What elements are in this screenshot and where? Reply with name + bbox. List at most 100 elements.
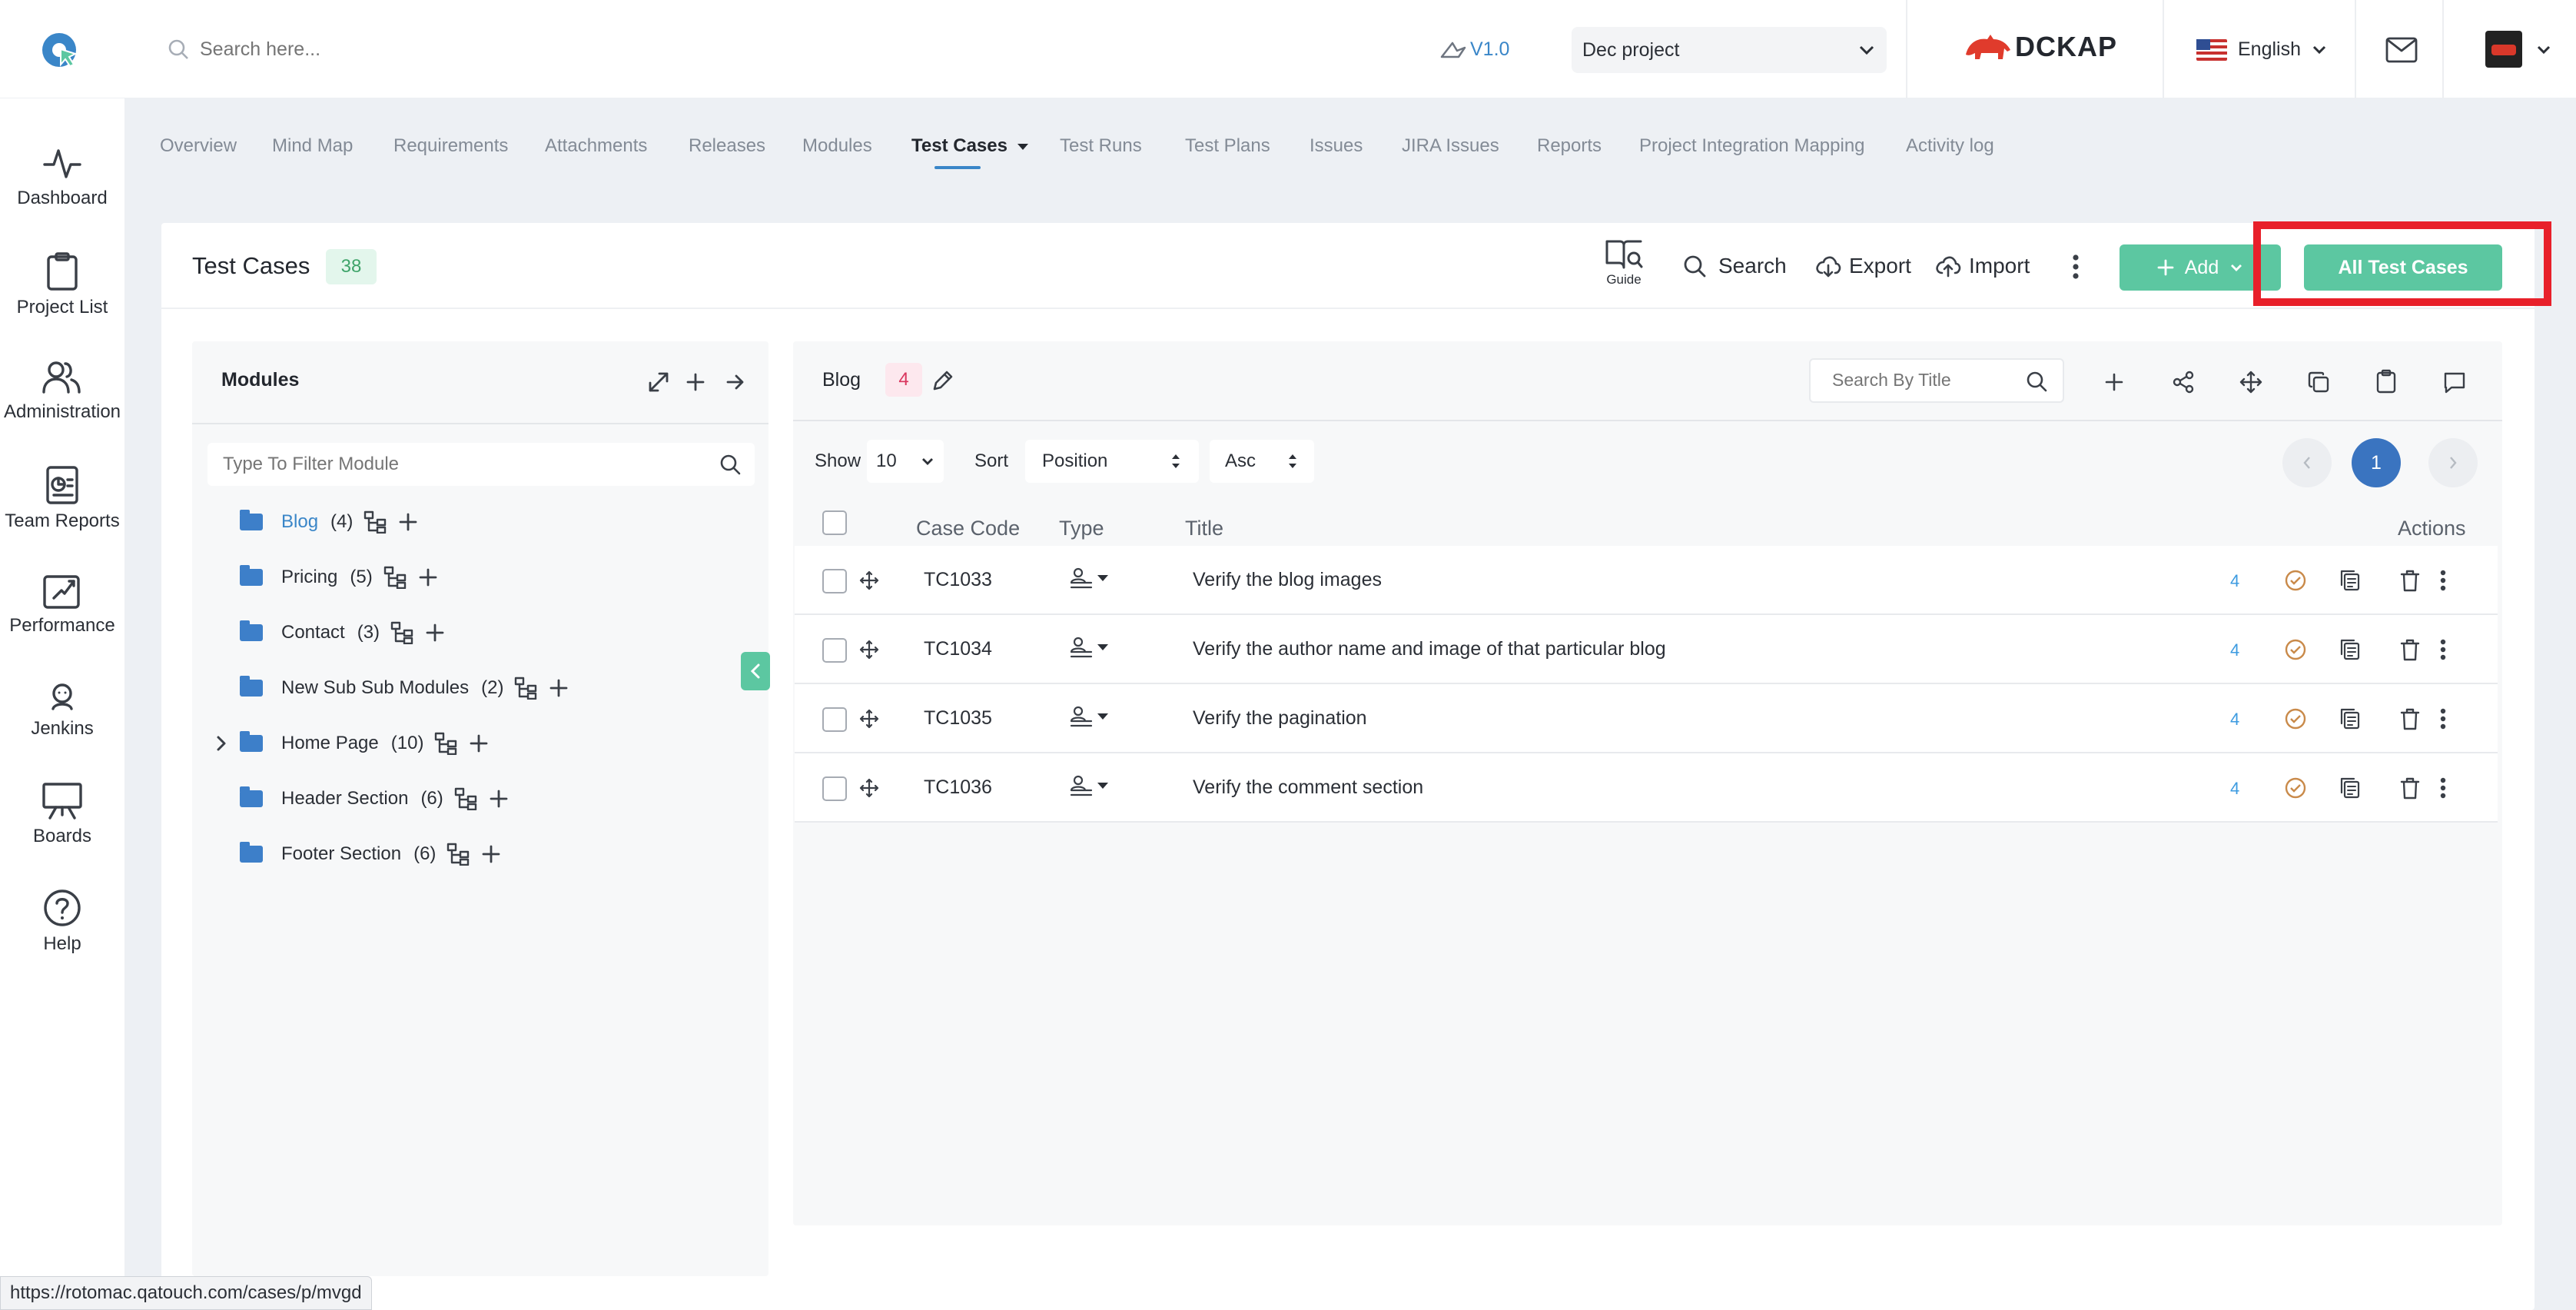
- add-module-icon[interactable]: [685, 372, 705, 392]
- tab-activity-log[interactable]: Activity log: [1906, 135, 1994, 157]
- sidebar-item-jenkins[interactable]: Jenkins: [0, 681, 124, 740]
- case-code[interactable]: TC1036: [924, 776, 992, 799]
- add-submodule-icon[interactable]: [470, 734, 488, 753]
- trash-icon[interactable]: [2399, 776, 2421, 800]
- add-submodule-icon[interactable]: [419, 568, 437, 587]
- add-submodule-icon[interactable]: [399, 513, 417, 531]
- row-checkbox[interactable]: [822, 638, 847, 663]
- sidebar-item-boards[interactable]: Boards: [0, 783, 124, 847]
- type-dropdown[interactable]: [1070, 706, 1108, 727]
- collapse-panel-button[interactable]: [741, 652, 770, 690]
- comment-icon[interactable]: [2442, 371, 2467, 394]
- language-selector[interactable]: English: [2196, 38, 2327, 61]
- add-submodule-icon[interactable]: [490, 790, 508, 808]
- import-button[interactable]: Import: [1935, 254, 2030, 278]
- drag-handle-icon[interactable]: [859, 778, 879, 798]
- copy-icon[interactable]: [2307, 371, 2330, 394]
- table-row[interactable]: TC1034 Verify the author name and image …: [795, 615, 2498, 684]
- type-dropdown[interactable]: [1070, 567, 1108, 589]
- user-avatar[interactable]: [2485, 31, 2522, 68]
- row-more-icon[interactable]: [2439, 707, 2447, 730]
- module-item-contact[interactable]: Contact (3): [240, 620, 444, 644]
- tab-jira-issues[interactable]: JIRA Issues: [1402, 135, 1499, 157]
- tab-requirements[interactable]: Requirements: [393, 135, 508, 157]
- global-search-input[interactable]: [200, 34, 661, 65]
- add-submodule-icon[interactable]: [482, 845, 500, 863]
- sort-order-select[interactable]: Asc: [1210, 440, 1314, 483]
- table-row[interactable]: TC1036 Verify the comment section 4: [795, 753, 2498, 823]
- add-submodule-icon[interactable]: [426, 623, 444, 642]
- version-label[interactable]: V1.0: [1470, 38, 1509, 61]
- tab-overview[interactable]: Overview: [160, 135, 237, 157]
- status-check-icon[interactable]: [2284, 638, 2307, 661]
- row-more-icon[interactable]: [2439, 638, 2447, 661]
- clipboard-icon[interactable]: [2375, 369, 2398, 394]
- drag-handle-icon[interactable]: [859, 709, 879, 729]
- project-select[interactable]: Dec project: [1572, 27, 1887, 73]
- select-all-checkbox[interactable]: [822, 510, 847, 535]
- tab-test-cases[interactable]: Test Cases: [911, 135, 1028, 157]
- search-button[interactable]: Search: [1683, 254, 1787, 278]
- tab-modules[interactable]: Modules: [802, 135, 872, 157]
- row-more-icon[interactable]: [2439, 776, 2447, 800]
- status-check-icon[interactable]: [2284, 569, 2307, 592]
- copy-case-icon[interactable]: [2338, 569, 2361, 592]
- drag-handle-icon[interactable]: [859, 570, 879, 590]
- tab-attachments[interactable]: Attachments: [545, 135, 647, 157]
- sidebar-item-project-list[interactable]: Project List: [0, 252, 124, 318]
- qatouch-logo[interactable]: [40, 31, 78, 69]
- case-title[interactable]: Verify the author name and image of that…: [1193, 638, 1666, 660]
- module-item-footer-section[interactable]: Footer Section (6): [240, 842, 500, 866]
- chevron-down-icon[interactable]: [2536, 45, 2551, 55]
- sidebar-item-team-reports[interactable]: Team Reports: [0, 466, 124, 532]
- expand-icon[interactable]: [647, 371, 670, 394]
- arrow-right-icon[interactable]: [725, 372, 745, 392]
- add-test-case-icon[interactable]: [2104, 372, 2124, 392]
- guide-button[interactable]: Guide: [1605, 238, 1643, 288]
- drag-handle-icon[interactable]: [859, 640, 879, 660]
- add-submodule-icon[interactable]: [549, 679, 568, 697]
- type-dropdown[interactable]: [1070, 775, 1108, 796]
- table-row[interactable]: TC1035 Verify the pagination 4: [795, 684, 2498, 753]
- case-code[interactable]: TC1034: [924, 638, 992, 660]
- case-title[interactable]: Verify the blog images: [1193, 569, 1382, 591]
- case-title[interactable]: Verify the pagination: [1193, 707, 1367, 730]
- chevron-right-icon[interactable]: [215, 735, 227, 752]
- row-checkbox[interactable]: [822, 776, 847, 801]
- tab-mind-map[interactable]: Mind Map: [272, 135, 353, 157]
- tab-project-integration-mapping[interactable]: Project Integration Mapping: [1639, 135, 1865, 157]
- case-code[interactable]: TC1035: [924, 707, 992, 730]
- sort-field-select[interactable]: Position: [1025, 440, 1199, 483]
- sub-module-icon[interactable]: [434, 732, 457, 755]
- row-checkbox[interactable]: [822, 569, 847, 593]
- status-check-icon[interactable]: [2284, 707, 2307, 730]
- sidebar-item-administration[interactable]: Administration: [0, 360, 124, 423]
- trash-icon[interactable]: [2399, 569, 2421, 592]
- sidebar-item-dashboard[interactable]: Dashboard: [0, 146, 124, 209]
- page-size-select[interactable]: 10: [867, 440, 944, 483]
- table-row[interactable]: TC1033 Verify the blog images 4: [795, 546, 2498, 615]
- tab-reports[interactable]: Reports: [1537, 135, 1602, 157]
- sub-module-icon[interactable]: [454, 787, 477, 810]
- case-title[interactable]: Verify the comment section: [1193, 776, 1423, 799]
- module-item-new-sub-sub-modules[interactable]: New Sub Sub Modules (2): [240, 676, 568, 700]
- trash-icon[interactable]: [2399, 707, 2421, 730]
- tab-issues[interactable]: Issues: [1310, 135, 1363, 157]
- mail-icon[interactable]: [2385, 37, 2418, 63]
- case-code[interactable]: TC1033: [924, 569, 992, 591]
- page-1-button[interactable]: 1: [2352, 438, 2401, 487]
- sub-module-icon[interactable]: [383, 566, 407, 589]
- export-button[interactable]: Export: [1815, 254, 1911, 278]
- sidebar-item-help[interactable]: Help: [0, 889, 124, 955]
- sidebar-item-performance[interactable]: Performance: [0, 572, 124, 637]
- title-search-input[interactable]: [1832, 364, 2017, 395]
- prev-page-button[interactable]: [2282, 438, 2332, 487]
- module-item-header-section[interactable]: Header Section (6): [240, 786, 508, 810]
- column-header-title[interactable]: Title: [1185, 517, 1223, 540]
- module-filter-input[interactable]: [223, 449, 684, 480]
- share-icon[interactable]: [2172, 371, 2195, 394]
- sub-module-icon[interactable]: [446, 843, 470, 866]
- column-header-type[interactable]: Type: [1059, 517, 1104, 540]
- row-checkbox[interactable]: [822, 707, 847, 732]
- copy-case-icon[interactable]: [2338, 776, 2361, 800]
